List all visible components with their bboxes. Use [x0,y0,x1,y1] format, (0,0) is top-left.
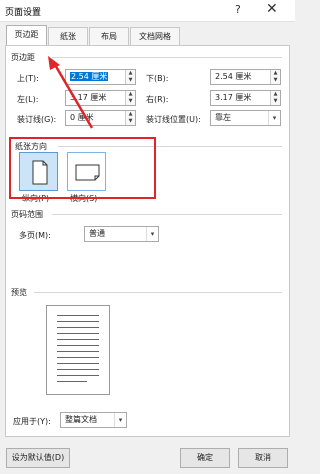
preview-text-line [57,315,99,316]
tab-margins[interactable]: 页边距 [6,25,47,46]
preview-text-line [57,351,99,352]
section-divider [52,214,282,215]
preview-text-line [57,357,99,358]
margins-section-title: 页边距 [11,53,35,62]
chevron-down-icon: ▾ [114,413,126,427]
bottom-margin-spinner[interactable]: ▲ ▼ [270,70,280,84]
apply-to-select[interactable]: 整篇文档 ▾ [60,412,127,428]
tab-paper[interactable]: 纸张 [48,27,88,45]
gutter-spinner[interactable]: ▲ ▼ [125,111,135,125]
apply-to-label: 应用于(Y): [13,417,51,426]
preview-text-line [57,321,99,322]
right-margin-input[interactable]: 3.17 厘米 ▲ ▼ [210,90,281,106]
annotation-arrow [48,56,94,129]
cancel-button[interactable]: 取消 [238,448,288,468]
chevron-down-icon: ▾ [268,111,280,125]
top-margin-label: 上(T): [17,74,39,83]
highlight-box [9,137,156,199]
tab-document-grid[interactable]: 文档网格 [130,27,180,45]
preview-section-title: 预览 [11,288,27,297]
section-divider [34,292,282,293]
preview-text-line [57,369,99,370]
preview-text-line [57,363,99,364]
top-margin-spinner[interactable]: ▲ ▼ [125,70,135,84]
preview-text-line [57,339,99,340]
right-margin-spinner[interactable]: ▲ ▼ [270,91,280,105]
gutter-position-select[interactable]: 靠左 ▾ [210,110,281,126]
gutter-position-label: 装订线位置(U): [146,115,201,124]
left-margin-label: 左(L): [17,95,39,104]
ok-button[interactable]: 确定 [180,448,230,468]
multiple-pages-select[interactable]: 普通 ▾ [84,226,159,242]
pages-section-title: 页码范围 [11,210,43,219]
set-as-default-button[interactable]: 设为默认值(D) [6,448,70,468]
preview-text-line [57,333,99,334]
right-margin-label: 右(R): [146,95,169,104]
preview-text-line [57,375,99,376]
dialog-title: 页面设置 [5,8,42,18]
preview-text-line [57,327,99,328]
title-bar [0,0,295,22]
left-margin-spinner[interactable]: ▲ ▼ [125,91,135,105]
tab-layout[interactable]: 布局 [89,27,129,45]
close-icon[interactable]: ✕ [266,1,278,17]
preview-text-line [57,345,99,346]
preview-text-line [57,381,87,382]
bottom-margin-input[interactable]: 2.54 厘米 ▲ ▼ [210,69,281,85]
bottom-margin-label: 下(B): [146,74,169,83]
multiple-pages-label: 多页(M): [19,231,51,240]
chevron-down-icon: ▾ [146,227,158,241]
help-icon[interactable]: ? [235,3,241,16]
page-preview [46,305,110,395]
